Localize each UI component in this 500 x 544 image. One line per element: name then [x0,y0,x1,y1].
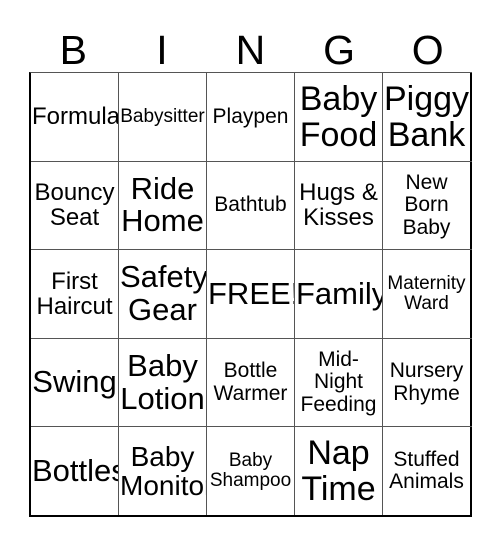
bingo-cell[interactable]: Baby Food [295,73,383,161]
bingo-card: B I N G O Formula Babysitter Playpen Bab… [0,0,500,544]
bingo-cell-label: Baby Shampoo [209,450,292,492]
bingo-cell-label: Bottles [32,452,119,488]
bingo-cell[interactable]: Ride Home [119,161,207,250]
header-letter-n: N [235,27,266,73]
bingo-cell[interactable]: Mid-Night Feeding [295,338,383,427]
bingo-cell-label: Nap Time [301,434,376,509]
bingo-cell-label: Baby Food [299,79,378,154]
bingo-cell-label: Babysitter [120,105,205,127]
bingo-cell-label: Bouncy Seat [34,178,115,232]
bingo-cell[interactable]: Nap Time [295,427,383,515]
bingo-cell[interactable]: Maternity Ward [383,250,472,338]
bingo-cell-label: Playpen [212,104,289,128]
bingo-cell-label: Stuffed Animals [389,447,464,494]
bingo-cell[interactable]: Playpen [207,73,295,161]
bingo-grid: Formula Babysitter Playpen Baby Food Pig… [29,72,472,517]
bingo-row: Bottles Baby Monitor Baby Shampoo Nap Ti… [31,427,472,517]
bingo-cell-label: Swing [32,364,117,400]
bingo-cell-label: Formula [32,103,119,131]
bingo-cell[interactable]: Bottle Warmer [207,338,295,427]
bingo-cell-label: Bottle Warmer [213,359,288,405]
bingo-cell[interactable]: Bottles [31,427,119,515]
bingo-row: Formula Babysitter Playpen Baby Food Pig… [31,73,472,162]
bingo-cell[interactable]: Bathtub [207,161,295,250]
header-letter-o: O [411,27,444,73]
bingo-cell[interactable]: Nursery Rhyme [383,338,472,427]
bingo-cell-label: Bathtub [214,193,287,217]
bingo-cell-label: FREE! [208,275,295,311]
bingo-cell-label: Baby Lotion [120,347,205,416]
bingo-cell[interactable]: Swing [31,338,119,427]
bingo-cell[interactable]: Baby Monitor [119,427,207,515]
bingo-row: First Haircut Safety Gear FREE! Family M… [31,250,472,339]
bingo-cell[interactable]: Stuffed Animals [383,427,472,515]
header-letter-g: G [323,27,356,73]
bingo-cell-label: New Born Baby [402,171,451,239]
bingo-cell-label: First Haircut [36,267,113,320]
bingo-cell-label: Baby Monitor [120,440,207,502]
bingo-cell-label: Piggy Bank [384,79,470,154]
bingo-cell-label: Mid-Night Feeding [300,348,377,416]
bingo-cell[interactable]: Safety Gear [119,250,207,338]
bingo-cell[interactable]: Babysitter [119,73,207,161]
bingo-row: Bouncy Seat Ride Home Bathtub Hugs & Kis… [31,161,472,251]
bingo-cell[interactable]: First Haircut [31,250,119,338]
bingo-cell-label: Family [296,275,383,311]
bingo-cell[interactable]: Baby Shampoo [207,427,295,515]
bingo-header: B I N G O [29,14,472,72]
bingo-cell-label: Nursery Rhyme [389,359,464,405]
bingo-cell-label: Safety Gear [120,259,207,327]
bingo-cell[interactable]: Baby Lotion [119,338,207,427]
bingo-cell[interactable]: New Born Baby [383,161,472,250]
bingo-cell-label: Ride Home [121,170,204,239]
header-letter-i: I [156,27,168,73]
header-letter-b: B [59,27,87,73]
bingo-cell[interactable]: Piggy Bank [383,73,472,161]
bingo-cell[interactable]: Hugs & Kisses [295,161,383,250]
bingo-cell[interactable]: Bouncy Seat [31,161,119,250]
bingo-row: Swing Baby Lotion Bottle Warmer Mid-Nigh… [31,338,472,428]
bingo-cell[interactable]: Family [295,250,383,338]
bingo-cell-label: Maternity Ward [387,272,466,314]
bingo-cell[interactable]: Formula [31,73,119,161]
bingo-cell-label: Hugs & Kisses [299,178,378,232]
bingo-cell-free[interactable]: FREE! [207,250,295,338]
